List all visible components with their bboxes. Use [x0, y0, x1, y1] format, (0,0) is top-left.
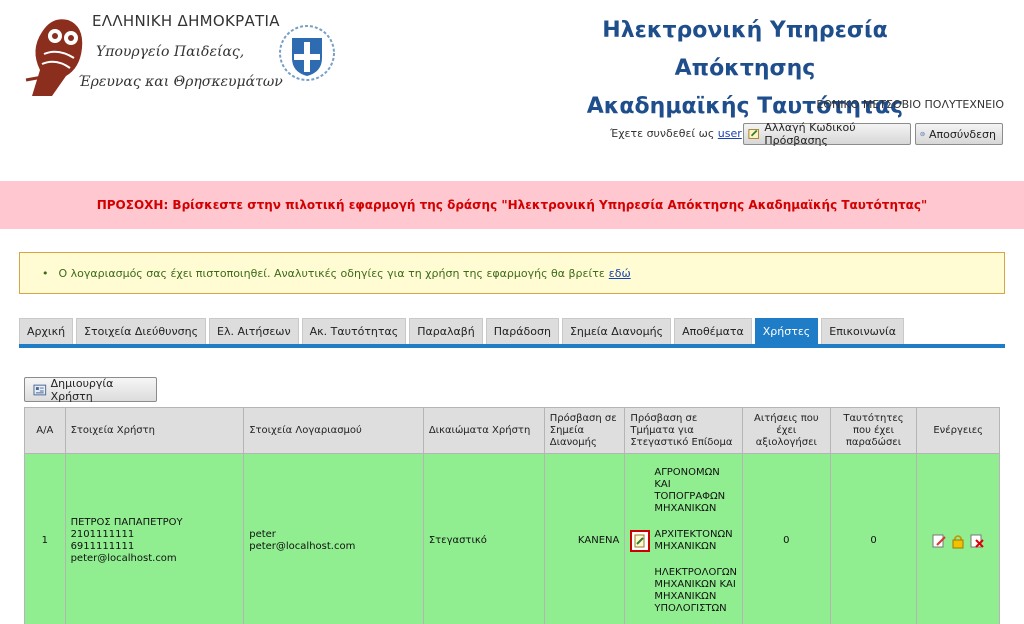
table-row: 1 ΠΕΤΡΟΣ ΠΑΠΑΠΕΤΡΟΥ 2101111111 691111111…	[24, 453, 1000, 624]
user-email: peter@localhost.com	[70, 553, 177, 564]
col-header-aa: Α/Α	[24, 407, 66, 454]
tab-home[interactable]: Αρχική	[19, 318, 74, 344]
col-header-ids: Ταυτότητες που έχει παραδώσει	[829, 407, 918, 454]
dept-item: ΑΓΡΟΝΟΜΩΝ ΚΑΙ ΤΟΠΟΓΡΑΦΩΝ ΜΗΧΑΝΙΚΩΝ	[654, 467, 726, 514]
login-info: Έχετε συνδεθεί ως user	[610, 127, 742, 140]
tab-delivery[interactable]: Παράδοση	[485, 318, 559, 344]
main-tabs: Αρχική Στοιχεία Διεύθυνσης Ελ. Αιτήσεων …	[19, 318, 1005, 348]
cell-dept-access: ΑΓΡΟΝΟΜΩΝ ΚΑΙ ΤΟΠΟΓΡΑΦΩΝ ΜΗΧΑΝΙΚΩΝ ΑΡΧΙΤ…	[624, 453, 744, 624]
user-phone-2: 6911111111	[70, 541, 135, 552]
cell-ids: 0	[829, 453, 918, 624]
table-header-row: Α/Α Στοιχεία Χρήστη Στοιχεία Λογαριασμού…	[24, 407, 1000, 454]
tab-contact[interactable]: Επικοινωνία	[821, 318, 904, 344]
logout-icon	[920, 131, 925, 137]
user-name: ΠΕΤΡΟΣ ΠΑΠΑΠΕΤΡΟΥ	[70, 517, 183, 528]
institution-name: ΕΘΝΙΚΟ ΜΕΤΣΟΒΙΟ ΠΟΛΥΤΕΧΝΕΙΟ	[816, 98, 1004, 111]
username-link[interactable]: user	[718, 127, 742, 140]
user-phone-1: 2101111111	[70, 529, 135, 540]
cell-applications: 0	[742, 453, 831, 624]
cell-user-info: ΠΕΤΡΟΣ ΠΑΠΑΠΕΤΡΟΥ 2101111111 6911111111 …	[64, 453, 245, 624]
col-header-points-access: Πρόσβαση σε Σημεία Διανομής	[543, 407, 626, 454]
users-table: Α/Α Στοιχεία Χρήστη Στοιχεία Λογαριασμού…	[24, 407, 1000, 624]
logout-button[interactable]: Αποσύνδεση	[915, 123, 1003, 145]
dept-item: ΑΡΧΙΤΕΚΤΟΝΩΝ ΜΗΧΑΝΙΚΩΝ	[654, 529, 733, 552]
edit-document-icon	[634, 534, 645, 548]
lock-icon[interactable]	[950, 533, 966, 549]
edit-departments-icon[interactable]	[630, 530, 651, 552]
col-header-actions: Ενέργειες	[916, 407, 1000, 454]
add-user-card-icon	[33, 384, 47, 395]
tab-stock[interactable]: Αποθέματα	[674, 318, 752, 344]
tab-users[interactable]: Χρήστες	[754, 318, 819, 344]
bullet-icon: •	[42, 266, 49, 280]
cell-actions	[916, 453, 1000, 624]
account-email: peter@localhost.com	[249, 541, 356, 552]
app-title-line-1: Ηλεκτρονική Υπηρεσία Απόκτησης	[602, 18, 888, 81]
gov-line-1: ΕΛΛΗΝΙΚΗ ΔΗΜΟΚΡΑΤΙΑ	[92, 12, 280, 30]
col-header-account-info: Στοιχεία Λογαριασμού	[243, 407, 424, 454]
key-edit-icon	[748, 129, 760, 139]
delete-user-icon[interactable]	[969, 533, 985, 549]
account-username: peter	[249, 529, 276, 540]
col-header-rights: Δικαιώματα Χρήστη	[422, 407, 545, 454]
pilot-warning-banner: ΠΡΟΣΟΧΗ: Βρίσκεστε στην πιλοτική εφαρμογ…	[0, 181, 1024, 229]
greek-emblem-icon	[279, 25, 335, 81]
cell-aa: 1	[24, 453, 66, 624]
header: ΕΛΛΗΝΙΚΗ ΔΗΜΟΚΡΑΤΙΑ Υπουργείο Παιδείας, …	[0, 0, 1024, 180]
cell-points-access: ΚΑΝΕΝΑ	[543, 453, 626, 624]
tab-distribution-points[interactable]: Σημεία Διανομής	[561, 318, 672, 344]
dept-item: ΗΛΕΚΤΡΟΛΟΓΩΝ ΜΗΧΑΝΙΚΩΝ ΚΑΙ ΜΗΧΑΝΙΚΩΝ ΥΠΟ…	[654, 567, 738, 614]
logout-label: Αποσύνδεση	[929, 127, 996, 141]
info-message-text: Ο λογαριασμός σας έχει πιστοποιηθεί. Ανα…	[58, 266, 605, 280]
col-header-dept-access: Πρόσβαση σε Τμήματα για Στεγαστικό Επίδο…	[624, 407, 744, 454]
tab-address-info[interactable]: Στοιχεία Διεύθυνσης	[76, 318, 207, 344]
tab-application-check[interactable]: Ελ. Αιτήσεων	[209, 318, 299, 344]
info-instructions-link[interactable]: εδώ	[609, 267, 631, 280]
col-header-applications: Αιτήσεις που έχει αξιολογήσει	[742, 407, 831, 454]
tab-academic-id[interactable]: Ακ. Ταυτότητας	[301, 318, 407, 344]
cell-rights: Στεγαστικό	[422, 453, 545, 624]
edit-user-icon[interactable]	[931, 533, 947, 549]
pilot-warning-text: ΠΡΟΣΟΧΗ: Βρίσκεστε στην πιλοτική εφαρμογ…	[96, 198, 928, 212]
gov-line-3: Έρευνας και Θρησκευμάτων	[78, 74, 283, 90]
change-password-label: Αλλαγή Κωδικού Πρόσβασης	[764, 121, 856, 147]
tab-receipt[interactable]: Παραλαβή	[409, 318, 483, 344]
logged-in-prefix: Έχετε συνδεθεί ως	[610, 127, 715, 140]
cell-account-info: peter peter@localhost.com	[243, 453, 424, 624]
create-user-button[interactable]: Δημιουργία Χρήστη	[24, 376, 157, 403]
col-header-user-info: Στοιχεία Χρήστη	[64, 407, 245, 454]
gov-line-2: Υπουργείο Παιδείας,	[96, 44, 245, 60]
info-message-box: • Ο λογαριασμός σας έχει πιστοποιηθεί. Α…	[19, 252, 1005, 294]
change-password-button[interactable]: Αλλαγή Κωδικού Πρόσβασης	[743, 121, 911, 147]
create-user-label: Δημιουργία Χρήστη	[50, 376, 114, 403]
